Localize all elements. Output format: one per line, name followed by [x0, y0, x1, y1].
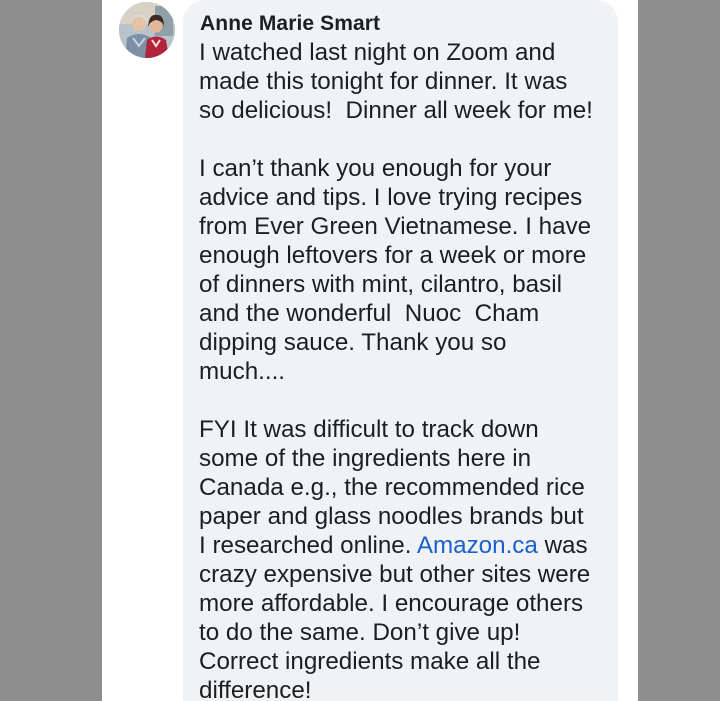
comment-paragraph-1: I watched last night on Zoom and made th…: [199, 38, 611, 125]
link-prefix: I researched online.: [199, 532, 417, 559]
comment-panel: Anne Marie Smart I watched last night on…: [102, 0, 638, 701]
profile-photo-icon: [119, 2, 175, 58]
text-line: enough leftovers for a week or more: [199, 242, 587, 269]
text-line: paper and glass noodles brands but: [199, 503, 584, 530]
text-line-with-link: I researched online. Amazon.ca was: [199, 531, 611, 560]
link-suffix: was: [537, 532, 588, 559]
comment-bubble: Anne Marie Smart I watched last night on…: [183, 0, 618, 701]
text-line: dipping sauce. Thank you so: [199, 329, 507, 356]
text-line: to do the same. Don’t give up!: [199, 619, 521, 646]
text-line: difference!: [199, 677, 312, 701]
text-line: of dinners with mint, cilantro, basil: [199, 271, 562, 298]
avatar[interactable]: [119, 2, 175, 58]
text-line: made this tonight for dinner. It was: [199, 68, 568, 95]
text-line: advice and tips. I love trying recipes: [199, 184, 583, 211]
text-line: more affordable. I encourage others: [199, 590, 584, 617]
comment-paragraph-3: FYI It was difficult to track down some …: [199, 415, 611, 701]
text-line: Canada e.g., the recommended rice: [199, 474, 585, 501]
text-line: Correct ingredients make all the: [199, 648, 541, 675]
comment-paragraph-2: I can’t thank you enough for your advice…: [199, 154, 611, 386]
text-line: much....: [199, 358, 286, 385]
text-line: I can’t thank you enough for your: [199, 155, 552, 182]
text-line: and the wonderful Nuoc Cham: [199, 300, 540, 327]
text-line: some of the ingredients here in: [199, 445, 532, 472]
text-line: FYI It was difficult to track down: [199, 416, 539, 443]
amazon-link[interactable]: Amazon.ca: [417, 532, 538, 559]
text-line: I watched last night on Zoom and: [199, 39, 556, 66]
author-name[interactable]: Anne Marie Smart: [200, 12, 380, 36]
text-line: so delicious! Dinner all week for me!: [199, 97, 593, 124]
text-line: crazy expensive but other sites were: [199, 561, 591, 588]
text-line: from Ever Green Vietnamese. I have: [199, 213, 592, 240]
comment-text: I watched last night on Zoom and made th…: [199, 38, 611, 701]
